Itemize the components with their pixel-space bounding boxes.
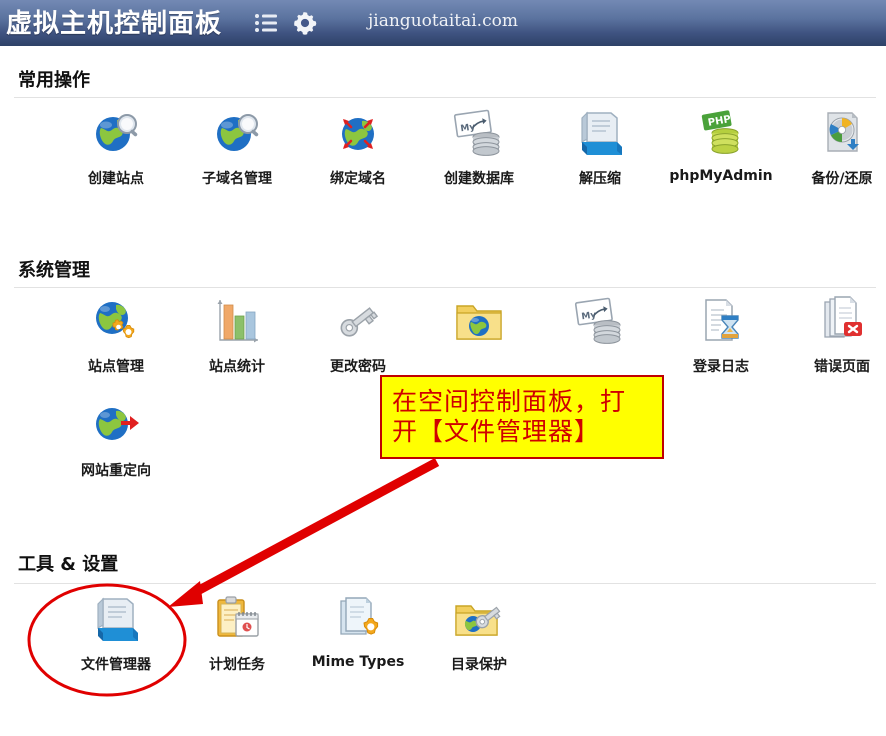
tile-error-page[interactable]: 错误页面 (790, 296, 886, 376)
tile-scheduled-task[interactable]: 计划任务 (185, 594, 289, 674)
callout-line-1: 在空间控制面板，打 (392, 386, 627, 416)
tile-site-management[interactable]: 站点管理 (64, 296, 168, 376)
tile-mime-types[interactable]: Mime Types (306, 594, 410, 670)
tile-label: Mime Types (311, 654, 405, 670)
globe-arrow-icon (64, 400, 168, 450)
mysql-database-icon: My (548, 296, 652, 346)
globe-pinned-icon (306, 108, 410, 158)
php-database-icon: PHP (669, 108, 773, 158)
tile-label: 文件管理器 (81, 657, 151, 673)
tile-file-manager[interactable]: 文件管理器 (64, 594, 168, 674)
svg-text:My: My (460, 122, 476, 134)
tile-label: 站点管理 (88, 359, 144, 375)
document-error-icon (790, 296, 886, 346)
backup-disc-icon (790, 108, 886, 158)
tile-create-database[interactable]: My 创建数据库 (427, 108, 531, 188)
bar-chart-icon (185, 296, 289, 346)
callout-line-2: 开【文件管理器】 (392, 417, 601, 446)
tile-label: 创建站点 (88, 171, 144, 187)
key-icon (306, 296, 410, 346)
hosting-control-panel-page: 虚拟主机控制面板 jianguotaitai.com 常用操作 创建站点 子域名… (0, 0, 886, 736)
globe-gears-icon (64, 296, 168, 346)
domain-label: jianguotaitai.com (368, 11, 518, 31)
section-divider-1 (14, 97, 876, 98)
section-title-common-operations: 常用操作 (18, 70, 90, 91)
section-title-system-management: 系统管理 (18, 260, 90, 281)
tile-label: 子域名管理 (202, 171, 272, 187)
tile-label: 站点统计 (209, 359, 265, 375)
tile-label: 错误页面 (814, 359, 870, 375)
folder-globe-icon (427, 296, 531, 346)
tile-label: 解压缩 (579, 171, 621, 187)
tile-label: 备份/还原 (811, 171, 873, 187)
tile-folder-globe[interactable] (427, 296, 531, 356)
folder-key-icon (427, 594, 531, 644)
tile-label: phpMyAdmin (669, 168, 773, 184)
tile-label: 绑定域名 (330, 171, 386, 187)
clipboard-calendar-icon (185, 594, 289, 644)
tile-change-password[interactable]: 更改密码 (306, 296, 410, 376)
tile-bind-domain[interactable]: 绑定域名 (306, 108, 410, 188)
tile-database-manage[interactable]: My (548, 296, 652, 356)
tile-label: 登录日志 (693, 359, 749, 375)
tile-login-log[interactable]: 登录日志 (669, 296, 773, 376)
tile-label: 网站重定向 (81, 463, 151, 479)
file-manager-icon (64, 594, 168, 644)
section-divider-3 (14, 583, 876, 584)
globe-magnifier-icon (64, 108, 168, 158)
section-divider-2 (14, 287, 876, 288)
mysql-database-icon: My (427, 108, 531, 158)
red-arrow-annotation (168, 458, 440, 607)
app-header: 虚拟主机控制面板 jianguotaitai.com (0, 0, 886, 46)
tile-backup-restore[interactable]: 备份/还原 (790, 108, 886, 188)
document-gear-icon (306, 594, 410, 644)
instruction-callout: 在空间控制面板，打 开【文件管理器】 (380, 375, 664, 459)
globe-magnifier-icon (185, 108, 289, 158)
tile-label: 目录保护 (451, 657, 507, 673)
tile-site-redirect[interactable]: 网站重定向 (64, 400, 168, 480)
tile-phpmyadmin[interactable]: PHP phpMyAdmin (669, 108, 773, 184)
tile-create-site[interactable]: 创建站点 (64, 108, 168, 188)
tile-label: 创建数据库 (444, 171, 514, 187)
tile-directory-protection[interactable]: 目录保护 (427, 594, 531, 674)
tile-label: 更改密码 (330, 359, 386, 375)
section-title-tools-settings: 工具 & 设置 (18, 554, 119, 575)
document-hourglass-icon (669, 296, 773, 346)
tile-label: 计划任务 (209, 657, 265, 673)
archive-box-icon (548, 108, 652, 158)
svg-text:My: My (581, 310, 597, 322)
tile-unzip[interactable]: 解压缩 (548, 108, 652, 188)
tile-site-statistics[interactable]: 站点统计 (185, 296, 289, 376)
tile-subdomain-manage[interactable]: 子域名管理 (185, 108, 289, 188)
